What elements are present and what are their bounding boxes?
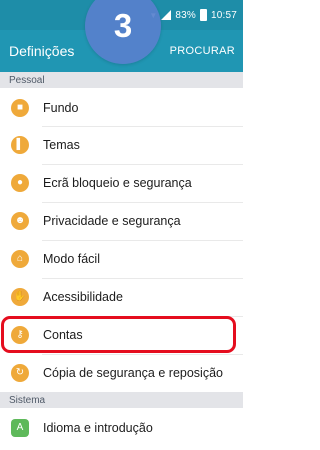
lock-icon: ● xyxy=(11,174,29,192)
menu-item-label: Temas xyxy=(43,138,80,152)
image-icon: ■ xyxy=(11,99,29,117)
menu-item-label: Cópia de segurança e reposição xyxy=(43,366,223,380)
menu-item-label: Modo fácil xyxy=(43,252,100,266)
section-header-sistema: Sistema xyxy=(0,392,243,408)
signal-icon xyxy=(161,10,172,20)
search-button[interactable]: PROCURAR xyxy=(170,45,235,57)
menu-item-label: Fundo xyxy=(43,101,79,115)
menu-item-label: Privacidade e segurança xyxy=(43,214,181,228)
key-icon: ⚷ xyxy=(11,326,29,344)
menu-item-copia-seguranca[interactable]: ↻ Cópia de segurança e reposição xyxy=(0,355,243,391)
menu-item-label: Contas xyxy=(43,328,83,342)
section-header-pessoal: Pessoal xyxy=(0,72,243,88)
menu-item-idioma[interactable]: A Idioma e introdução xyxy=(0,410,243,446)
menu-item-label: Acessibilidade xyxy=(43,290,123,304)
menu-item-privacidade[interactable]: ☻ Privacidade e segurança xyxy=(0,203,243,239)
person-icon: ☻ xyxy=(11,212,29,230)
menu-item-contas[interactable]: ⚷ Contas xyxy=(0,317,243,353)
hand-icon: ✋ xyxy=(11,288,29,306)
clock: 10:57 xyxy=(210,9,237,21)
menu-item-temas[interactable]: ▌ Temas xyxy=(0,127,243,163)
brush-icon: ▌ xyxy=(11,136,29,154)
page-title: Definições xyxy=(9,43,75,59)
menu-item-ecra-bloqueio[interactable]: ● Ecrã bloqueio e segurança xyxy=(0,165,243,201)
menu-item-label: Idioma e introdução xyxy=(43,421,153,435)
home-icon: ⌂ xyxy=(11,250,29,268)
menu-item-modo-facil[interactable]: ⌂ Modo fácil xyxy=(0,241,243,277)
battery-percent: 83% xyxy=(175,9,196,21)
menu-item-acessibilidade[interactable]: ✋ Acessibilidade xyxy=(0,279,243,315)
menu-item-fundo[interactable]: ■ Fundo xyxy=(0,90,243,126)
battery-icon xyxy=(199,9,207,21)
menu-item-label: Ecrã bloqueio e segurança xyxy=(43,176,192,190)
backup-icon: ↻ xyxy=(11,364,29,382)
language-icon: A xyxy=(11,419,29,437)
